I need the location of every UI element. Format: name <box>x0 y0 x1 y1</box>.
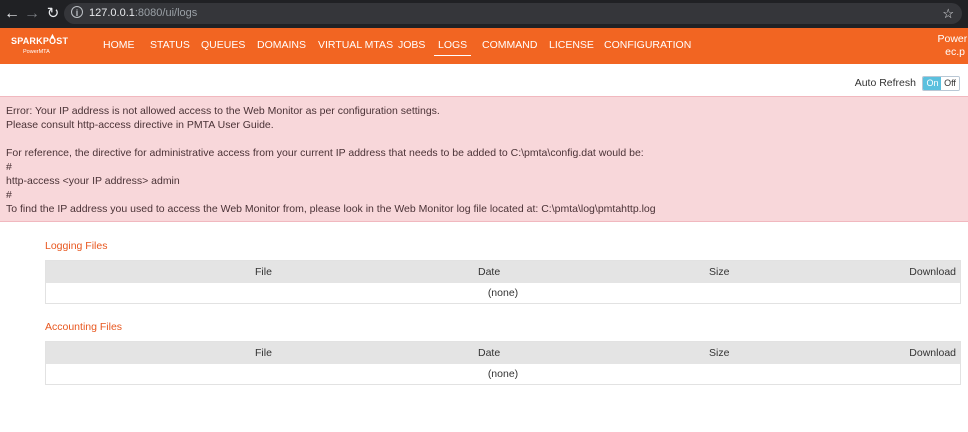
star-icon[interactable]: ☆ <box>942 3 954 24</box>
error-line: To find the IP address you used to acces… <box>6 203 656 215</box>
nav-home[interactable]: HOME <box>103 28 135 64</box>
table-row: (none) <box>46 283 960 303</box>
accounting-files-table: File Date Size Download (none) <box>45 341 961 385</box>
col-size: Size <box>709 347 730 359</box>
nav-domains[interactable]: DOMAINS <box>257 28 306 64</box>
error-line: For reference, the directive for adminis… <box>6 147 644 159</box>
nav-license[interactable]: LICENSE <box>549 28 594 64</box>
col-date: Date <box>478 266 501 278</box>
table-header: File Date Size Download <box>46 261 960 283</box>
reload-icon[interactable]: ↻ <box>43 0 63 28</box>
flame-icon: ▲ <box>49 33 56 40</box>
error-line: http-access <your IP address> admin <box>6 175 180 187</box>
error-line: Error: Your IP address is not allowed ac… <box>6 105 440 117</box>
logging-files-table: File Date Size Download (none) <box>45 260 961 304</box>
empty-cell: (none) <box>487 287 519 299</box>
col-file: File <box>255 347 272 359</box>
address-bar[interactable]: i 127.0.0.1:8080/ui/logs ☆ <box>64 3 962 24</box>
logo-subtitle: PowerMTA <box>23 49 50 55</box>
table-row: (none) <box>46 364 960 384</box>
auto-refresh-label: Auto Refresh <box>854 77 916 89</box>
empty-cell: (none) <box>487 368 519 380</box>
error-alert: Error: Your IP address is not allowed ac… <box>0 96 968 222</box>
col-download: Download <box>909 347 956 359</box>
product-name: PowerM <box>937 33 968 45</box>
nav-status[interactable]: STATUS <box>150 28 190 64</box>
nav-queues[interactable]: QUEUES <box>201 28 245 64</box>
forward-arrow-icon[interactable]: → <box>22 0 42 28</box>
address-url[interactable]: 127.0.0.1:8080/ui/logs <box>89 3 197 24</box>
accounting-files-title: Accounting Files <box>45 321 123 333</box>
logo-text: SPARKPOST <box>11 36 69 46</box>
col-download: Download <box>909 266 956 278</box>
url-host: 127.0.0.1 <box>89 7 135 19</box>
error-line: # <box>6 161 12 173</box>
col-file: File <box>255 266 272 278</box>
nav-virtual-mtas[interactable]: VIRTUAL MTAS <box>318 28 393 64</box>
auto-refresh-toggle[interactable]: On Off <box>922 76 960 91</box>
nav-logs[interactable]: LOGS <box>433 28 472 64</box>
logging-files-title: Logging Files <box>45 240 108 252</box>
table-header: File Date Size Download <box>46 342 960 364</box>
app-navbar: SPARKPOST ▲ PowerMTA HOME STATUS QUEUES … <box>0 28 968 64</box>
info-icon[interactable]: i <box>71 6 83 18</box>
url-path: :8080/ui/logs <box>134 7 198 19</box>
nav-jobs[interactable]: JOBS <box>398 28 425 64</box>
nav-command[interactable]: COMMAND <box>482 28 537 64</box>
browser-toolbar: ← → ↻ i 127.0.0.1:8080/ui/logs ☆ <box>0 0 968 28</box>
col-size: Size <box>709 266 730 278</box>
back-arrow-icon[interactable]: ← <box>2 0 22 28</box>
col-date: Date <box>478 347 501 359</box>
error-line: # <box>6 189 12 201</box>
sparkpost-logo[interactable]: SPARKPOST ▲ PowerMTA <box>11 33 81 58</box>
error-line: Please consult http-access directive in … <box>6 119 274 131</box>
toggle-on-button[interactable]: On <box>923 77 942 90</box>
nav-configuration[interactable]: CONFIGURATION <box>604 28 691 64</box>
host-name: ec.p <box>945 46 965 58</box>
toggle-off-button[interactable]: Off <box>941 77 959 90</box>
